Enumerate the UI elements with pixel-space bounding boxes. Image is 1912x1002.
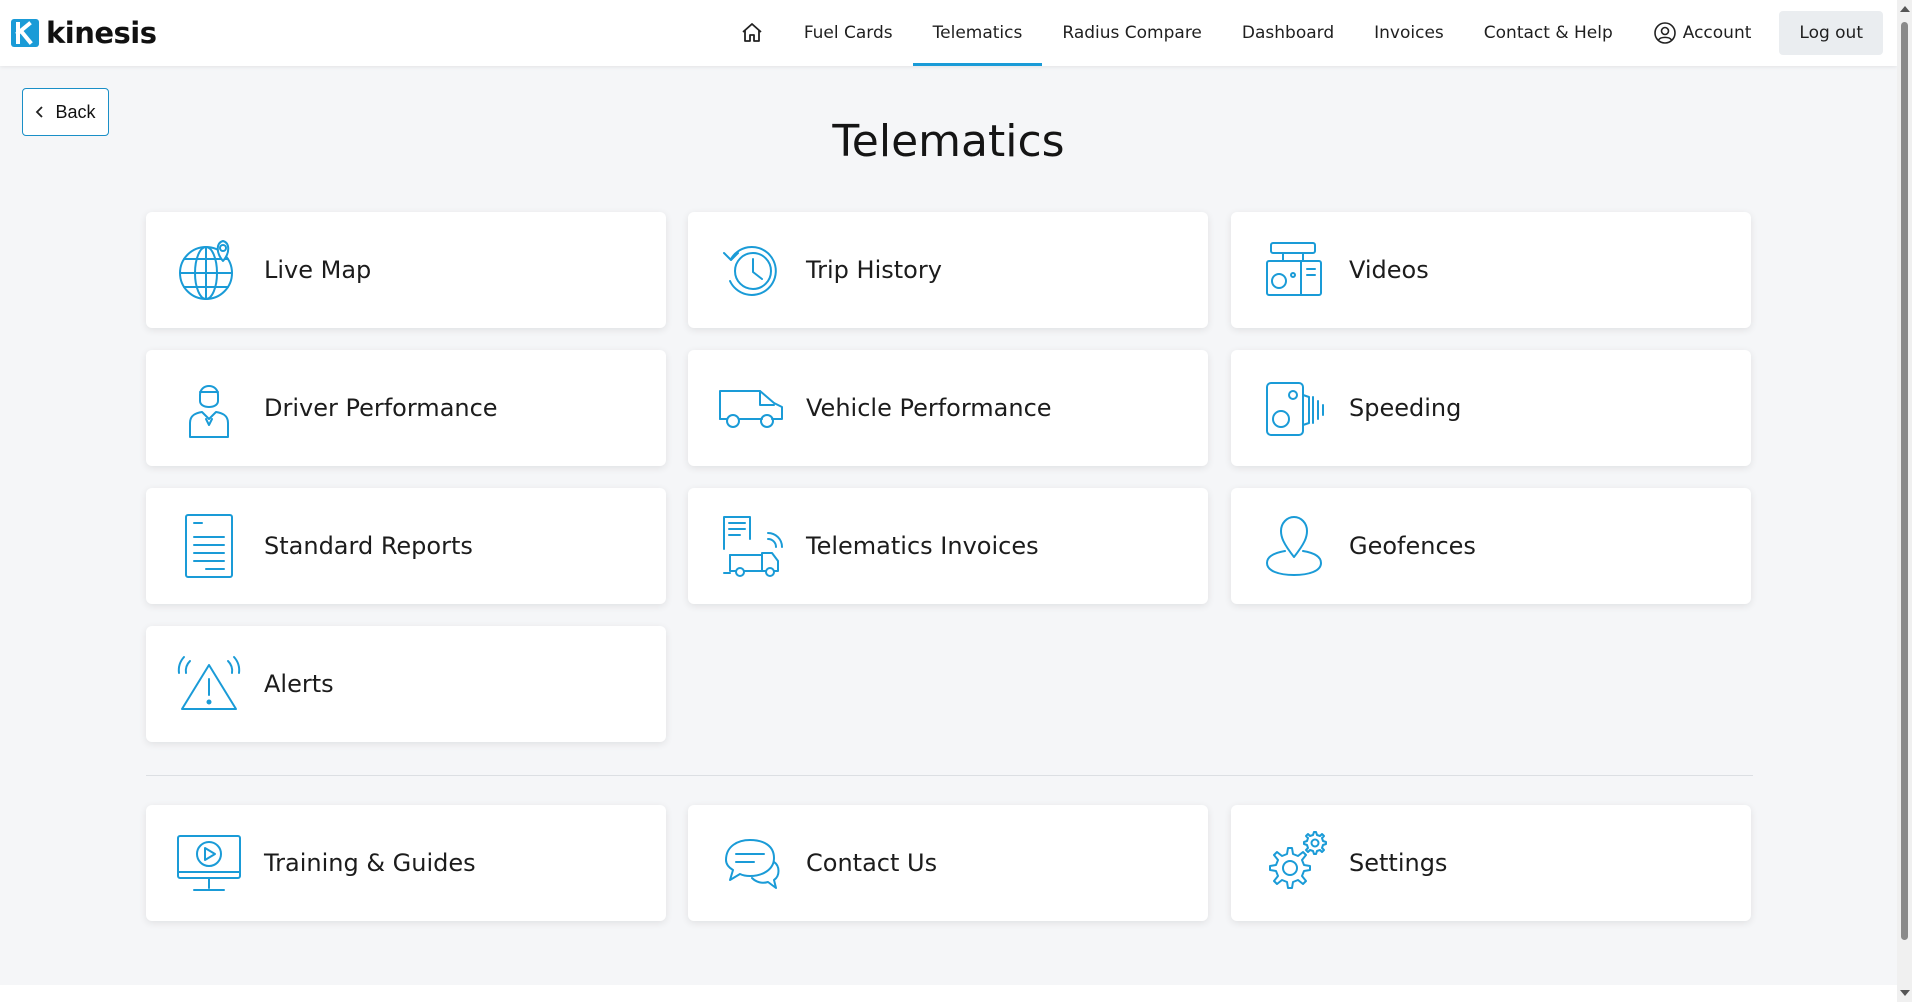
tile-driver-performance[interactable]: Driver Performance — [146, 350, 666, 466]
account-label: Account — [1682, 23, 1752, 43]
nav-radius-compare[interactable]: Radius Compare — [1042, 0, 1222, 66]
globe-pin-icon — [174, 235, 244, 305]
tile-telematics-invoices[interactable]: Telematics Invoices — [688, 488, 1208, 604]
page-footer-edge — [0, 985, 1897, 1002]
vertical-scrollbar[interactable] — [1897, 0, 1912, 1002]
tile-label: Contact Us — [806, 849, 938, 877]
tile-label: Settings — [1349, 849, 1448, 877]
chat-bubbles-icon — [716, 828, 786, 898]
tile-label: Live Map — [264, 256, 372, 284]
user-circle-icon — [1653, 22, 1676, 44]
nav-invoices[interactable]: Invoices — [1354, 0, 1464, 66]
tile-standard-reports[interactable]: Standard Reports — [146, 488, 666, 604]
nav-dashboard[interactable]: Dashboard — [1222, 0, 1354, 66]
kinesis-logo-icon — [11, 19, 39, 47]
nav-telematics[interactable]: Telematics — [912, 0, 1043, 66]
location-pin-icon — [1259, 511, 1329, 581]
tile-label: Vehicle Performance — [806, 394, 1052, 422]
tile-label: Trip History — [806, 256, 942, 284]
tile-speeding[interactable]: Speeding — [1231, 350, 1751, 466]
tile-label: Telematics Invoices — [806, 532, 1039, 560]
home-icon — [742, 23, 762, 42]
main-nav: Fuel Cards Telematics Radius Compare Das… — [720, 0, 1883, 66]
tile-settings[interactable]: Settings — [1231, 805, 1751, 921]
driver-icon — [174, 373, 244, 443]
nav-fuel-cards[interactable]: Fuel Cards — [784, 0, 913, 66]
nav-contact-help[interactable]: Contact & Help — [1464, 0, 1633, 66]
gears-icon — [1259, 828, 1329, 898]
alert-icon — [174, 649, 244, 719]
tile-label: Standard Reports — [264, 532, 473, 560]
nav-account[interactable]: Account — [1633, 0, 1772, 66]
clock-history-icon — [716, 235, 786, 305]
tile-live-map[interactable]: Live Map — [146, 212, 666, 328]
scroll-down-arrow-icon[interactable] — [1900, 990, 1910, 996]
video-monitor-icon — [174, 828, 244, 898]
brand-name: kinesis — [46, 16, 157, 50]
van-icon — [716, 373, 786, 443]
tile-training-guides[interactable]: Training & Guides — [146, 805, 666, 921]
tile-geofences[interactable]: Geofences — [1231, 488, 1751, 604]
tile-vehicle-performance[interactable]: Vehicle Performance — [688, 350, 1208, 466]
scroll-up-arrow-icon[interactable] — [1900, 6, 1910, 12]
tile-label: Alerts — [264, 670, 334, 698]
nav-home[interactable] — [720, 0, 784, 66]
top-navigation-bar: kinesis Fuel Cards Telematics Radius Com… — [0, 0, 1897, 66]
speed-camera-icon — [1259, 373, 1329, 443]
tile-label: Driver Performance — [264, 394, 498, 422]
tile-contact-us[interactable]: Contact Us — [688, 805, 1208, 921]
page-title: Telematics — [832, 116, 1065, 167]
tile-label: Geofences — [1349, 532, 1476, 560]
invoice-van-icon — [716, 511, 786, 581]
logout-button[interactable]: Log out — [1779, 11, 1883, 55]
tile-label: Speeding — [1349, 394, 1462, 422]
tile-videos[interactable]: Videos — [1231, 212, 1751, 328]
scrollbar-thumb[interactable] — [1901, 22, 1908, 940]
tile-trip-history[interactable]: Trip History — [688, 212, 1208, 328]
section-divider — [146, 775, 1753, 776]
tile-label: Training & Guides — [264, 849, 476, 877]
document-icon — [174, 511, 244, 581]
dashcam-icon — [1259, 235, 1329, 305]
tile-label: Videos — [1349, 256, 1429, 284]
kinesis-logo[interactable]: kinesis — [10, 16, 157, 50]
tile-alerts[interactable]: Alerts — [146, 626, 666, 742]
